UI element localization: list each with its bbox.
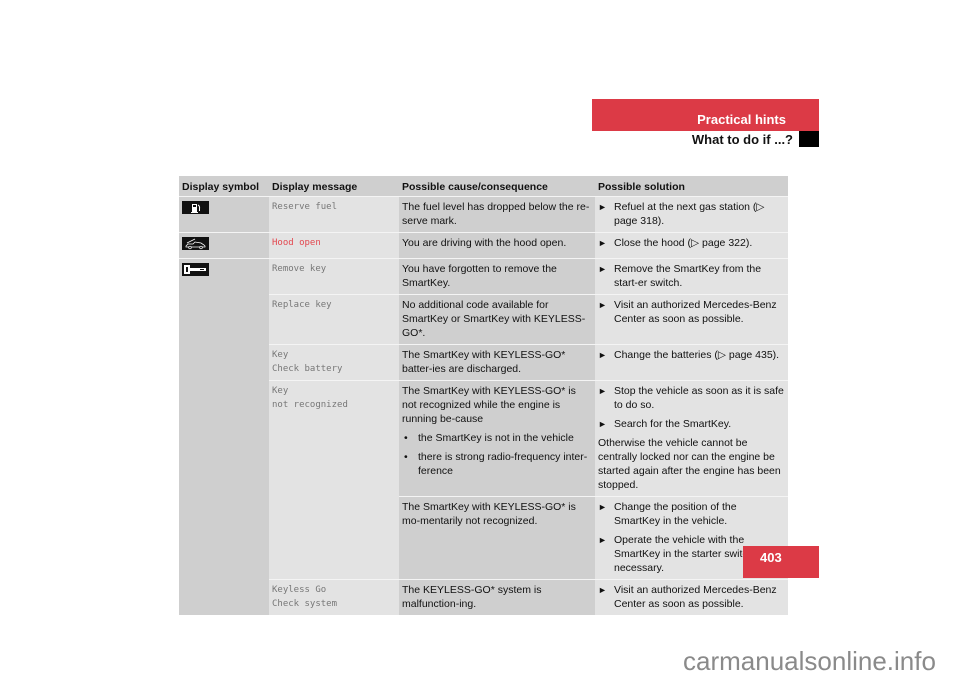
symbol-cell (179, 196, 269, 233)
message-cell: Replace key (269, 294, 399, 345)
cause-cell: The fuel level has dropped below the re-… (399, 196, 595, 233)
solution-text: Stop the vehicle as soon as it is safe t… (614, 385, 784, 411)
solution-cell: ► Remove the SmartKey from the start-er s… (595, 258, 788, 295)
solution-cell: ► Visit an authorized Mercedes-Benz Cente… (595, 294, 788, 345)
solution-text: Change the position of the SmartKey in t… (614, 501, 737, 527)
solution-text: Close the hood (▷ page 322). (614, 237, 753, 249)
arrow-bullet-icon: ► (598, 419, 607, 429)
table-row: Keyless Go Check system The KEYLESS-GO* … (179, 579, 788, 615)
subsection-title: What to do if ...? (691, 132, 793, 147)
display-message: Replace key (272, 300, 332, 310)
arrow-bullet-icon: ► (598, 502, 607, 512)
table-row: Remove key You have forgotten to remove … (179, 258, 788, 615)
message-cell: Remove key (269, 258, 399, 295)
display-message: Remove key (272, 264, 327, 274)
watermark: carmanualsonline.info (683, 646, 936, 676)
solution-step: ► Refuel at the next gas station (▷ page … (598, 200, 785, 228)
cause-bullet: • the SmartKey is not in the vehicle (402, 431, 592, 445)
table-row: Key not recognized The SmartKey with KEY… (179, 380, 788, 580)
solution-text: Visit an authorized Mercedes-Benz Center… (614, 584, 777, 610)
solution-step: ► Remove the SmartKey from the start-er s… (598, 262, 785, 290)
arrow-bullet-icon: ► (598, 386, 607, 396)
cause-cell: The SmartKey with KEYLESS-GO* batter-ies… (399, 344, 595, 381)
arrow-bullet-icon: ► (598, 238, 607, 248)
cause-bullet: • there is strong radio-frequency inter-f… (402, 450, 592, 478)
solution-step: ► Visit an authorized Mercedes-Benz Cente… (598, 583, 785, 611)
display-message-line: Check system (272, 599, 338, 609)
symbol-cell (179, 232, 269, 259)
column-header: Possible solution (595, 176, 788, 197)
display-message-line: Check battery (272, 364, 343, 374)
solution-cell: ► Visit an authorized Mercedes-Benz Cente… (595, 579, 788, 615)
table-row: Key Check battery The SmartKey with KEYL… (179, 344, 788, 381)
solution-step: ► Change the position of the SmartKey in … (598, 500, 785, 528)
page-number-badge: 403 (743, 546, 819, 578)
table-row: Replace key No additional code available… (179, 294, 788, 345)
cause-cell: The SmartKey with KEYLESS-GO* is mo-ment… (399, 496, 595, 580)
display-message: Reserve fuel (272, 202, 338, 212)
message-cell: Key not recognized (269, 380, 399, 580)
cause-cell: You have forgotten to remove the SmartKe… (399, 258, 595, 295)
fuel-pump-icon (182, 201, 209, 214)
column-header: Possible cause/consequence (399, 176, 595, 197)
bullet-dot-icon: • (404, 451, 408, 463)
solution-step: ► Close the hood (▷ page 322). (598, 236, 785, 250)
arrow-bullet-icon: ► (598, 350, 607, 360)
table-row: Hood open You are driving with the hood … (179, 232, 788, 259)
bullet-text: there is strong radio-frequency inter-fe… (418, 451, 588, 477)
key-icon (182, 263, 209, 276)
solution-cell: ► Refuel at the next gas station (▷ page … (595, 196, 788, 233)
arrow-bullet-icon: ► (598, 300, 607, 310)
arrow-bullet-icon: ► (598, 264, 607, 274)
solution-note: Otherwise the vehicle cannot be centrall… (598, 437, 781, 491)
section-header-bar: Practical hints (592, 99, 819, 131)
header-marker (799, 131, 819, 147)
table-row: Reserve fuel The fuel level has dropped … (179, 196, 788, 233)
page-number: 403 (760, 550, 782, 565)
display-message-line: Key (272, 386, 289, 396)
message-cell: Key Check battery (269, 344, 399, 381)
solution-step: ► Visit an authorized Mercedes-Benz Cente… (598, 298, 785, 326)
column-header: Display message (269, 176, 399, 197)
hood-open-icon (182, 237, 209, 250)
solution-text: Remove the SmartKey from the start-er sw… (614, 263, 762, 289)
solution-text: Visit an authorized Mercedes-Benz Center… (614, 299, 777, 325)
arrow-bullet-icon: ► (598, 202, 607, 212)
display-message-line: not recognized (272, 400, 348, 410)
message-cell: Keyless Go Check system (269, 579, 399, 615)
message-cell: Reserve fuel (269, 196, 399, 233)
solution-cell: ► Change the batteries (▷ page 435). (595, 344, 788, 381)
bullet-text: the SmartKey is not in the vehicle (418, 432, 574, 444)
cause-cell: The KEYLESS-GO* system is malfunction-in… (399, 579, 595, 615)
arrow-bullet-icon: ► (598, 585, 607, 595)
solution-cell: ► Stop the vehicle as soon as it is safe … (595, 380, 788, 497)
solution-text: Refuel at the next gas station (▷ page 3… (614, 201, 765, 227)
display-message-line: Key (272, 350, 289, 360)
solution-step: ► Search for the SmartKey. (598, 417, 785, 431)
solution-text: Operate the vehicle with the SmartKey in… (614, 534, 762, 574)
bullet-dot-icon: • (404, 432, 408, 444)
cause-text: The SmartKey with KEYLESS-GO* is not rec… (402, 385, 576, 425)
display-messages-table: Display symbol Display message Possible … (179, 176, 788, 615)
symbol-cell (179, 258, 269, 615)
solution-step: ► Stop the vehicle as soon as it is safe … (598, 384, 785, 412)
solution-text: Search for the SmartKey. (614, 418, 732, 430)
display-message: Hood open (272, 238, 321, 248)
solution-cell: ► Close the hood (▷ page 322). (595, 232, 788, 259)
cause-cell: The SmartKey with KEYLESS-GO* is not rec… (399, 380, 595, 497)
table-header-row: Display symbol Display message Possible … (179, 176, 788, 197)
message-cell: Hood open (269, 232, 399, 259)
cause-cell: You are driving with the hood open. (399, 232, 595, 259)
arrow-bullet-icon: ► (598, 535, 607, 545)
display-message-line: Keyless Go (272, 585, 327, 595)
column-header: Display symbol (179, 176, 269, 197)
cause-cell: No additional code available for SmartKe… (399, 294, 595, 345)
section-title: Practical hints (697, 112, 786, 127)
solution-text: Change the batteries (▷ page 435). (614, 349, 780, 361)
solution-step: ► Change the batteries (▷ page 435). (598, 348, 785, 362)
